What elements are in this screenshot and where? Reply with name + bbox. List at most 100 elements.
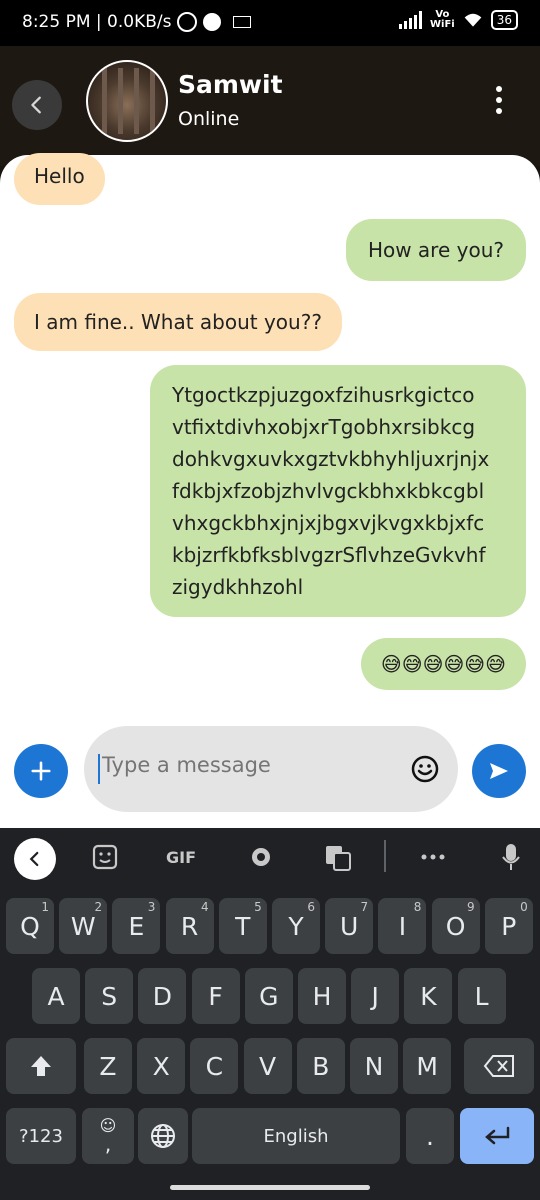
emoji-icon[interactable] [410,754,440,784]
key-label: R [180,911,199,941]
key[interactable]: B [296,1038,345,1094]
key[interactable]: M [403,1038,452,1094]
alarm-icon [177,12,198,32]
shift-key[interactable] [6,1038,76,1094]
backspace-icon [483,1055,514,1077]
attach-button[interactable] [14,744,68,798]
message-input[interactable] [100,752,404,778]
key-label: P [501,911,517,941]
chevron-left-icon [29,851,39,867]
emoji-comma-key[interactable]: ☺ , [82,1108,134,1164]
key-label: J [371,981,379,1011]
comma-label: , [104,1132,112,1156]
symbols-key[interactable]: ?123 [6,1108,76,1164]
key-label: U [340,911,359,941]
toolbar-divider [384,840,386,872]
key-label: H [312,981,332,1011]
back-button[interactable] [12,80,62,130]
key[interactable]: L [457,968,506,1024]
gear-icon[interactable] [248,844,274,870]
key[interactable]: T5 [218,898,267,954]
more-vertical-icon[interactable] [496,86,504,114]
keyboard-collapse-button[interactable] [14,838,56,880]
keyboard-toolbar: GIF [0,828,540,886]
key[interactable]: U7 [325,898,374,954]
key[interactable]: G [244,968,293,1024]
key-hint: 0 [520,900,528,914]
key[interactable]: I8 [378,898,427,954]
key[interactable]: J [351,968,400,1024]
keyboard: GIF Q1W2E3R4T5Y6U7I8O9P0 ASDFGHJKL ZXCVB… [0,828,540,1200]
key-hint: 7 [360,900,369,914]
key-hint: 5 [254,900,262,914]
key-label: Z [99,1051,117,1081]
notification-dot-icon [203,13,222,31]
message-sent-emoji: 😅😅😅😅😅😅 [360,638,526,690]
key-label: B [312,1051,330,1081]
send-icon [490,763,508,779]
avatar[interactable] [86,60,168,142]
key-label: S [101,981,118,1011]
key-label: T [235,911,251,941]
key[interactable]: S [85,968,134,1024]
more-horizontal-icon[interactable] [420,852,446,862]
enter-icon [485,1126,510,1145]
key-label: Y [288,911,304,941]
key[interactable]: V [243,1038,292,1094]
key-label: D [152,981,173,1011]
key-label: Q [20,911,40,941]
key[interactable]: X [137,1038,186,1094]
key-label: F [208,981,223,1011]
key[interactable]: Q1 [6,898,54,954]
key-label: C [205,1051,224,1081]
vowifi-label: Vo WiFi [430,10,455,30]
key-hint: 3 [147,900,156,914]
key-label: E [128,911,145,941]
message-text: 😅😅😅😅😅😅 [380,652,506,676]
key[interactable]: H [298,968,346,1024]
key[interactable]: Z [84,1038,132,1094]
home-indicator[interactable] [170,1185,370,1190]
period-key[interactable]: . [406,1108,454,1164]
contact-name: Samwit [178,70,283,99]
message-text: Hello [34,164,85,188]
key-hint: 8 [413,900,422,914]
enter-key[interactable] [460,1108,534,1164]
space-key[interactable]: English [192,1108,400,1164]
key[interactable]: O9 [431,898,480,954]
key[interactable]: F [191,968,240,1024]
sticker-icon[interactable] [92,844,118,870]
message-received: I am fine.. What about you?? [14,293,342,351]
message-text: How are you? [367,238,504,262]
wifi-icon [464,13,482,27]
key[interactable]: P0 [484,898,533,954]
message-line: fdkbjxfzobjzhvlvgckbhxkbkcgbl [172,479,485,503]
chat-header: Samwit Online [0,46,540,166]
translate-icon[interactable] [324,844,352,872]
key[interactable]: W2 [59,898,108,954]
key-label: L [474,981,489,1011]
chevron-left-icon [31,96,41,114]
key[interactable]: A [32,968,80,1024]
language-key[interactable] [138,1108,188,1164]
key[interactable]: R4 [165,898,214,954]
gif-button[interactable]: GIF [166,848,196,867]
message-input-container[interactable] [84,726,458,812]
status-left: 8:25 PM | 0.0KB/s [22,12,252,32]
message-line: kbjzrfkbfksblvgzrSflvhzeGvkvhf [172,543,486,567]
keyboard-notification-icon [233,16,252,28]
backspace-key[interactable] [464,1038,534,1094]
key[interactable]: K [404,968,453,1024]
status-time-speed: 8:25 PM | 0.0KB/s [22,12,172,32]
message-line: dohkvgxuvkxgztvkbhyhljuxrjnjx [172,447,490,471]
mic-icon[interactable] [500,842,522,872]
key[interactable]: Y6 [272,898,320,954]
message-text: I am fine.. What about you?? [34,310,322,334]
key[interactable]: N [350,1038,398,1094]
send-button[interactable] [472,744,526,798]
key-hint: 9 [466,900,475,914]
key[interactable]: D [138,968,187,1024]
message-received: Hello [14,153,105,205]
key[interactable]: C [190,1038,239,1094]
key[interactable]: E3 [112,898,161,954]
